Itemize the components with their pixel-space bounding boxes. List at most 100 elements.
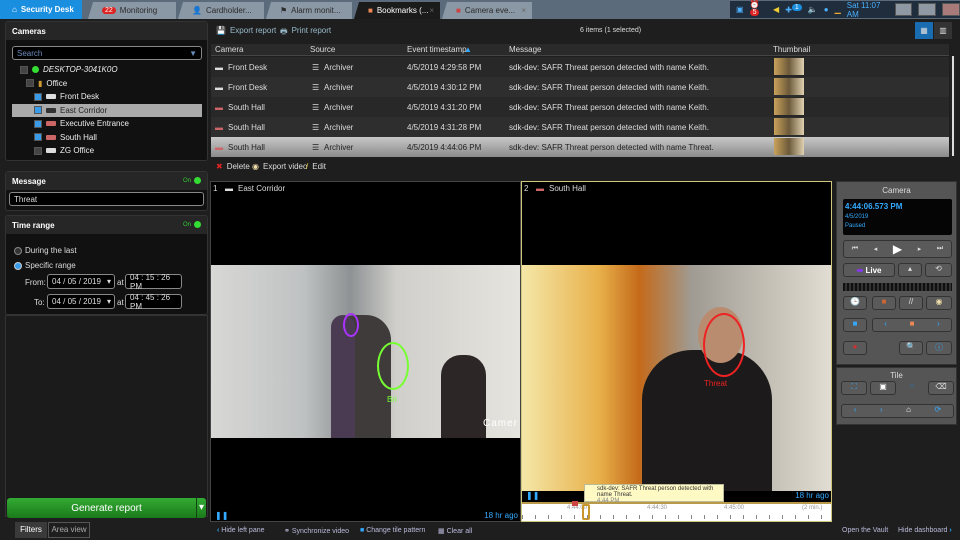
checkbox[interactable] (34, 92, 42, 101)
tab-filters[interactable]: Filters (15, 522, 47, 538)
tile-nav[interactable]: ‹ › ⌂ ⟳ (841, 404, 954, 418)
thumbnail[interactable] (774, 78, 804, 95)
speed-button[interactable]: ▴ (898, 263, 922, 277)
close-tab-icon[interactable]: × (429, 6, 434, 15)
delete-button[interactable]: ✖ Delete (216, 162, 250, 171)
camera-icon: ▬ (215, 142, 223, 152)
tab-monitoring[interactable]: 22 Monitoring (88, 2, 176, 19)
tree-item-executive-entrance[interactable]: Executive Entrance (12, 117, 202, 131)
clear-all-button[interactable]: ▦ Clear all (438, 527, 472, 535)
binoculars-button[interactable]: ∞ (899, 381, 925, 395)
specific-range-radio[interactable]: Specific range (14, 261, 76, 270)
tree-item-office[interactable]: ▮ Office (12, 77, 202, 91)
tile-pattern-button[interactable]: ▣ (870, 381, 896, 395)
timeline[interactable]: 4:44:00 4:44:30 4:45:00 (2 min.) (522, 501, 831, 521)
message-input[interactable]: Threat (9, 192, 204, 206)
column-message[interactable]: Message (509, 45, 541, 54)
tab-cardholder[interactable]: 👤 Cardholder... (178, 2, 264, 19)
close-tab-icon[interactable]: × (521, 6, 526, 15)
column-source[interactable]: Source (310, 45, 335, 54)
cpu-icon[interactable]: ▁ (835, 5, 841, 14)
globe-icon[interactable]: ● (824, 5, 829, 14)
grid-view-button[interactable]: ▦ (915, 22, 933, 39)
alarm-tray-icon[interactable]: ⏰5 (749, 0, 767, 19)
table-row[interactable]: ▬ South Hall ☰ Archiver 4/5/2019 4:31:28… (211, 117, 949, 137)
record-button[interactable]: ● (843, 341, 867, 355)
speed-slider[interactable] (843, 283, 952, 291)
loop-button[interactable]: ⟲ (925, 263, 952, 277)
column-thumbnail[interactable]: Thumbnail (773, 45, 810, 54)
during-last-radio[interactable]: During the last (14, 246, 77, 255)
filter-icon[interactable]: ▼ (189, 49, 197, 58)
table-scrollbar[interactable] (950, 56, 956, 156)
dropdown-arrow-icon[interactable]: ▾ (196, 498, 206, 518)
table-row[interactable]: ▬ Front Desk ☰ Archiver 4/5/2019 4:29:58… (211, 57, 949, 77)
chart-view-button[interactable]: ▥ (934, 22, 952, 39)
minimize-button[interactable] (894, 3, 913, 16)
snapshot-button[interactable]: ■ (872, 296, 896, 310)
restore-button[interactable] (918, 3, 937, 16)
zoom-button[interactable]: // (899, 296, 923, 310)
thumbnail[interactable] (774, 138, 804, 155)
synchronize-video-button[interactable]: ⚭ Synchronize video (284, 527, 349, 535)
from-date-picker[interactable]: 04 / 05 / 2019 ▾ (47, 274, 115, 289)
tree-item-zg-office[interactable]: ZG Office (12, 144, 202, 158)
print-report-button[interactable]: 🖶 Print report (280, 26, 331, 40)
camera-icon: ▬ (215, 82, 223, 92)
video-tile-2[interactable]: 2 ▬ South Hall Threat ❚❚ 18 hr ago sdk-de… (521, 181, 832, 522)
clear-tile-button[interactable]: ⌫ (928, 381, 954, 395)
checkbox[interactable] (34, 133, 42, 142)
tree-item-east-corridor[interactable]: East Corridor (12, 103, 202, 117)
column-timestamp[interactable]: Event timestamp (407, 45, 467, 54)
table-row[interactable]: ▬ South Hall ☰ Archiver 4/5/2019 4:44:06… (211, 137, 949, 157)
edit-button[interactable]: / Edit (306, 162, 326, 171)
tab-area-view[interactable]: Area view (48, 522, 90, 538)
hide-left-pane-button[interactable]: ‹ Hide left pane (217, 527, 265, 534)
open-vault-button[interactable]: Open the Vault (842, 527, 888, 534)
close-button[interactable] (942, 3, 960, 16)
tab-alarm-monitoring[interactable]: ⚑ Alarm monit... (266, 2, 352, 19)
tree-item-server[interactable]: DESKTOP-3041K0O (12, 63, 202, 77)
checkbox[interactable] (34, 119, 42, 128)
thumbnail[interactable] (774, 58, 804, 75)
export-report-button[interactable]: 💾 Export report (216, 26, 276, 35)
thumbnail[interactable] (774, 118, 804, 135)
megaphone-icon[interactable]: ◀ (773, 5, 779, 14)
monitor-icon[interactable]: ▣ (736, 5, 744, 14)
export-button[interactable]: ◉ (926, 296, 952, 310)
camera-nav[interactable]: ‹ ■ › (872, 318, 952, 332)
monitor-button[interactable]: ■ (843, 318, 867, 332)
to-time-picker[interactable]: 04 : 45 : 26 PM (125, 293, 182, 311)
home-tab[interactable]: ⌂ Security Desk (0, 0, 82, 19)
video-tile-1[interactable]: 1 ▬ East Corridor Bri Camer ❚❚ 18 hr ago (210, 181, 521, 522)
tree-item-south-hall[interactable]: South Hall (12, 131, 202, 145)
tab-bookmarks[interactable]: ■ Bookmarks (... × (354, 2, 440, 19)
time-range-toggle[interactable]: On (183, 221, 201, 228)
tree-item-front-desk[interactable]: Front Desk (12, 90, 202, 104)
clock-button[interactable]: 🕒 (843, 296, 867, 310)
export-video-button[interactable]: ◉ Export video (252, 162, 307, 171)
column-camera[interactable]: Camera (215, 45, 243, 54)
checkbox[interactable] (34, 146, 42, 155)
info-button[interactable]: ⓘ (926, 341, 952, 355)
thumbnail[interactable] (774, 98, 804, 115)
live-button[interactable]: ➡ Live (843, 263, 895, 277)
video-frame: Bri Camer (211, 265, 520, 438)
hide-dashboard-button[interactable]: Hide dashboard › (898, 527, 952, 534)
camera-search-input[interactable]: Search ▼ (12, 46, 202, 60)
video-frame: Threat (522, 265, 831, 491)
task-icon[interactable]: ✚ 1 (785, 4, 802, 15)
generate-report-button[interactable]: Generate report ▾ (7, 498, 206, 518)
message-toggle[interactable]: On (183, 177, 201, 184)
search-button[interactable]: 🔍 (899, 341, 923, 355)
volume-icon[interactable]: 🔈 (808, 5, 818, 14)
checkbox[interactable] (34, 106, 42, 115)
fullscreen-button[interactable]: ⛶ (841, 381, 867, 395)
to-date-picker[interactable]: 04 / 05 / 2019 ▾ (47, 294, 115, 309)
table-row[interactable]: ▬ Front Desk ☰ Archiver 4/5/2019 4:30:12… (211, 77, 949, 97)
from-time-picker[interactable]: 04 : 15 : 26 PM (125, 273, 182, 291)
change-tile-pattern-button[interactable]: ■ Change tile pattern (360, 527, 425, 534)
playback-controls[interactable]: ⏮ ◂ ▶ ▸ ⏭ (843, 240, 952, 258)
tab-camera-events[interactable]: ■ Camera eve... × (442, 2, 532, 19)
table-row[interactable]: ▬ South Hall ☰ Archiver 4/5/2019 4:31:20… (211, 97, 949, 117)
